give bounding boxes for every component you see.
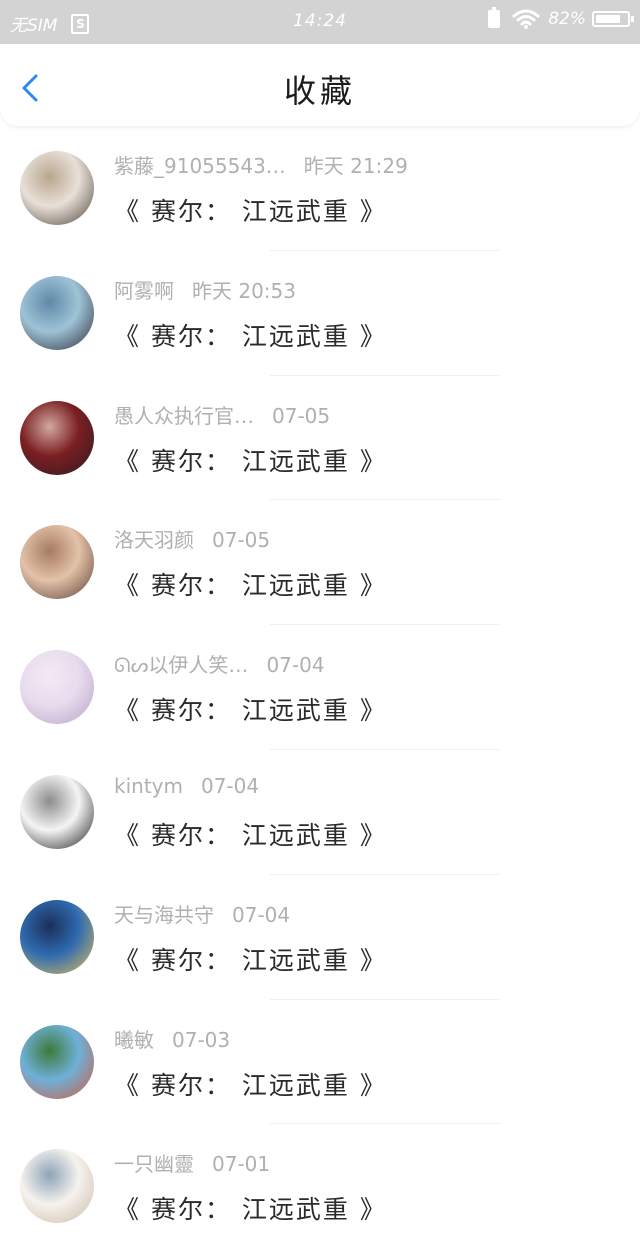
list-item[interactable]: 洛天羽颜 07-05 《 赛尔： 江远武重 》: [0, 500, 640, 626]
item-title[interactable]: 《 赛尔： 江远武重 》: [114, 1190, 387, 1226]
item-title[interactable]: 《 赛尔： 江远武重 》: [114, 1066, 387, 1102]
item-meta: 愚人众执行官… 07-05: [114, 400, 330, 429]
page-title: 收藏: [283, 72, 356, 110]
avatar[interactable]: [20, 151, 94, 225]
item-title[interactable]: 《 赛尔： 江远武重 》: [114, 192, 387, 228]
author-name[interactable]: 愚人众执行官…: [114, 400, 254, 429]
author-name[interactable]: 阿雾啊: [114, 275, 174, 304]
item-meta: 曦敏 07-03: [114, 1024, 230, 1053]
item-title[interactable]: 《 赛尔： 江远武重 》: [114, 317, 387, 353]
item-title[interactable]: 《 赛尔： 江远武重 》: [114, 442, 387, 478]
avatar[interactable]: [20, 275, 94, 350]
avatar[interactable]: [20, 1149, 94, 1224]
item-meta: 一只幽靈 07-01: [114, 1148, 270, 1177]
list-item[interactable]: 曦敏 07-03 《 赛尔： 江远武重 》: [0, 1000, 640, 1125]
author-name[interactable]: 天与海共守: [114, 899, 214, 928]
battery-percent: 82%: [548, 9, 586, 29]
avatar[interactable]: [20, 774, 94, 849]
timestamp: 07-03: [172, 1027, 231, 1052]
item-title[interactable]: 《 赛尔： 江远武重 》: [114, 691, 387, 727]
list-item[interactable]: 阿雾啊 昨天 20:53 《 赛尔： 江远武重 》: [0, 251, 640, 376]
timestamp: 昨天 21:29: [303, 154, 408, 178]
item-title[interactable]: 《 赛尔： 江远武重 》: [114, 816, 387, 852]
author-name[interactable]: 一只幽靈: [114, 1148, 194, 1177]
timestamp: 07-05: [272, 403, 331, 428]
author-name[interactable]: kintym: [114, 774, 183, 798]
avatar[interactable]: [20, 400, 94, 475]
list-item[interactable]: 一只幽靈 07-01 《 赛尔： 江远武重 》: [0, 1124, 640, 1246]
author-name[interactable]: 洛天羽颜: [114, 524, 194, 553]
author-name[interactable]: ᘏᔕ以伊人笑…: [114, 649, 248, 678]
item-meta: 洛天羽颜 07-05: [114, 524, 270, 553]
avatar[interactable]: [20, 1024, 94, 1099]
timestamp: 07-04: [232, 902, 291, 927]
avatar[interactable]: [20, 525, 94, 600]
item-meta: ᘏᔕ以伊人笑… 07-04: [114, 649, 325, 678]
list-item[interactable]: kintym 07-04 《 赛尔： 江远武重 》: [0, 750, 640, 875]
item-title[interactable]: 《 赛尔： 江远武重 》: [114, 941, 387, 977]
timestamp: 07-01: [212, 1152, 271, 1177]
item-meta: 阿雾啊 昨天 20:53: [114, 275, 296, 304]
header-bar: 收藏: [0, 44, 640, 126]
item-title[interactable]: 《 赛尔： 江远武重 》: [114, 566, 387, 602]
item-meta: 天与海共守 07-04: [114, 899, 290, 928]
status-bar: 无SIM S 14:24 82%: [0, 0, 640, 44]
list-item[interactable]: 愚人众执行官… 07-05 《 赛尔： 江远武重 》: [0, 376, 640, 501]
author-name[interactable]: 曦敏: [114, 1024, 154, 1053]
list-item[interactable]: ᘏᔕ以伊人笑… 07-04 《 赛尔： 江远武重 》: [0, 625, 640, 750]
avatar[interactable]: [20, 650, 94, 725]
timestamp: 07-04: [266, 653, 325, 678]
timestamp: 昨天 20:53: [192, 278, 296, 303]
status-right: 82%: [488, 7, 634, 29]
author-name[interactable]: 紫藤_91055543…: [114, 150, 286, 179]
wifi-icon: [512, 9, 540, 29]
list-item[interactable]: 天与海共守 07-04 《 赛尔： 江远武重 》: [0, 875, 640, 1000]
battery-saver-icon: [488, 7, 501, 28]
list-item[interactable]: 紫藤_91055543… 昨天 21:29 《 赛尔： 江远武重 》: [0, 126, 640, 251]
avatar[interactable]: [20, 899, 94, 974]
item-meta: kintym 07-04: [114, 774, 259, 798]
favorites-list: 紫藤_91055543… 昨天 21:29 《 赛尔： 江远武重 》阿雾啊 昨天 20…: [0, 126, 640, 1246]
timestamp: 07-04: [200, 773, 260, 798]
battery-icon: [592, 11, 634, 27]
item-meta: 紫藤_91055543… 昨天 21:29: [114, 150, 408, 179]
battery-fill: [596, 15, 620, 23]
timestamp: 07-05: [212, 528, 271, 553]
